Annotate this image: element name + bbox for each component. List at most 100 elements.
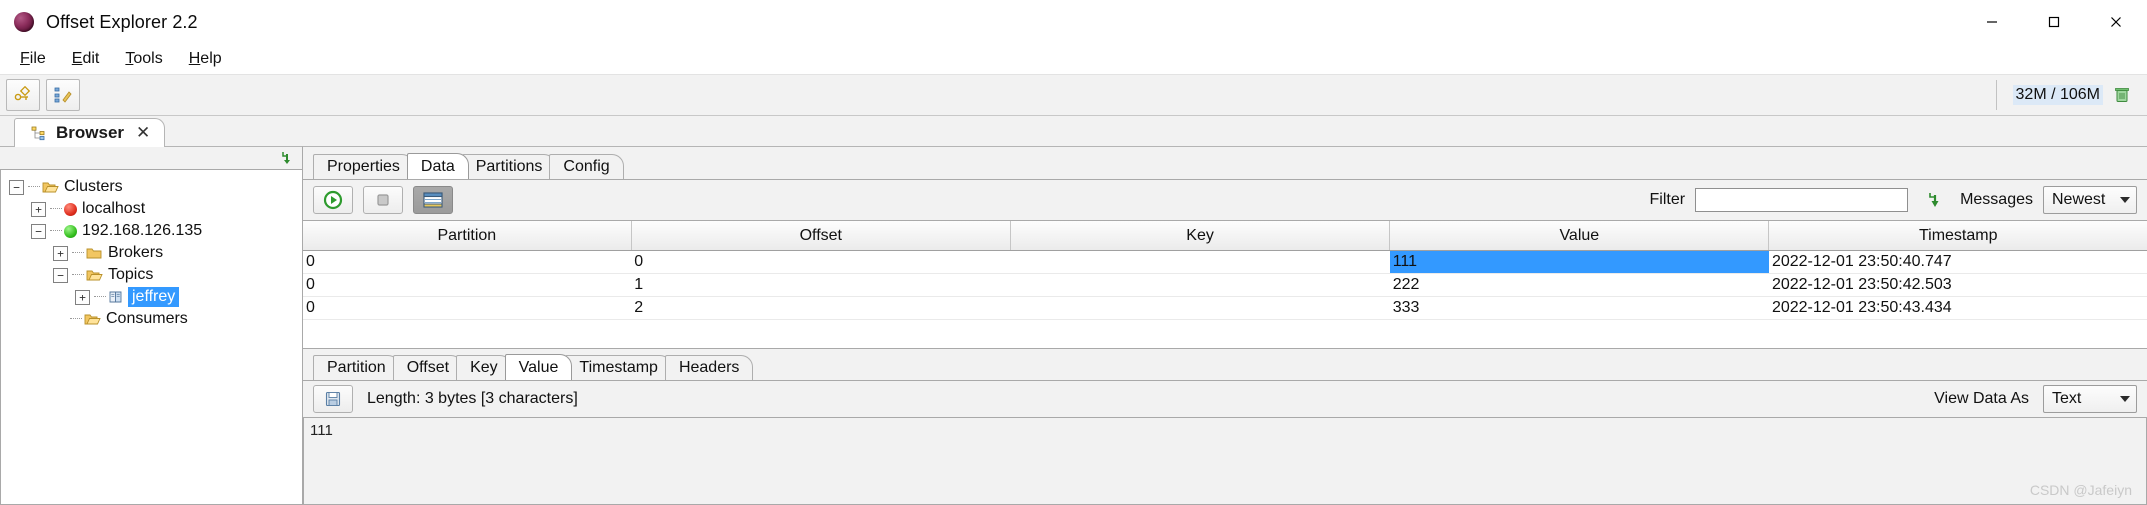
- detail-panel: Partition Offset Key Value Timestamp Hea…: [303, 349, 2147, 505]
- trash-icon[interactable]: [2113, 86, 2131, 104]
- topic-book-icon: [109, 291, 122, 303]
- column-header-partition[interactable]: Partition: [303, 221, 632, 251]
- tree-dash: [50, 230, 62, 232]
- chevron-down-icon: [2120, 396, 2130, 402]
- view-data-as-value: Text: [2052, 390, 2082, 407]
- tree-nodes-icon: [31, 126, 45, 140]
- detail-tab-offset[interactable]: Offset: [392, 355, 464, 380]
- messages-label: Messages: [1960, 191, 2033, 208]
- memory-indicator[interactable]: 32M / 106M: [1995, 80, 2141, 110]
- folder-open-icon: [86, 270, 103, 281]
- maximize-button[interactable]: [2023, 0, 2085, 44]
- stop-icon: [377, 194, 389, 206]
- column-header-key[interactable]: Key: [1010, 221, 1391, 251]
- tab-config[interactable]: Config: [549, 154, 624, 179]
- table-row[interactable]: 0 1 222 2022-12-01 23:50:42.503: [303, 273, 2147, 297]
- maximize-icon: [2048, 16, 2060, 28]
- tab-browser[interactable]: Browser ✕: [14, 118, 166, 147]
- menu-item-edit[interactable]: Edit: [60, 46, 112, 72]
- tab-partitions[interactable]: Partitions: [461, 154, 557, 179]
- detail-tab-headers[interactable]: Headers: [664, 355, 754, 380]
- edit-cluster-button[interactable]: [46, 79, 80, 111]
- play-icon: [323, 190, 343, 210]
- column-header-timestamp[interactable]: Timestamp: [1768, 221, 2147, 251]
- application-window: Offset Explorer 2.2 File Edit Tools Help: [0, 0, 2147, 505]
- tree-toggle-brokers[interactable]: +: [53, 245, 68, 261]
- tree-dash: [94, 296, 106, 298]
- main-toolbar: 32M / 106M: [0, 75, 2147, 116]
- value-content-area[interactable]: 111 CSDN @Jafeiyn: [303, 417, 2147, 505]
- minimize-icon: [1987, 21, 1997, 23]
- view-data-as-dropdown[interactable]: Text: [2043, 385, 2137, 413]
- cell-key: [1010, 296, 1390, 320]
- add-cluster-button[interactable]: [6, 79, 40, 111]
- tree-toggle-topic-jeffrey[interactable]: +: [75, 289, 90, 305]
- view-data-as-label: View Data As: [1934, 390, 2029, 407]
- messages-table-wrap[interactable]: Partition Offset Key Value Timestamp 0 0: [303, 220, 2147, 349]
- tab-properties[interactable]: Properties: [313, 154, 414, 179]
- collapse-all-icon[interactable]: [278, 150, 294, 166]
- table-view-button[interactable]: [413, 186, 453, 214]
- tree-toggle-topics[interactable]: −: [53, 267, 68, 283]
- folder-closed-icon: [86, 248, 102, 259]
- table-header-row: Partition Offset Key Value Timestamp: [303, 221, 2147, 251]
- refresh-down-icon[interactable]: [1924, 190, 1944, 210]
- detail-tab-partition[interactable]: Partition: [313, 355, 400, 380]
- tree-node-topics[interactable]: − Topics: [1, 264, 302, 286]
- tree-node-localhost[interactable]: + localhost: [1, 198, 302, 220]
- tree-toggle-clusters[interactable]: −: [9, 179, 24, 195]
- tree-label-topic-jeffrey: jeffrey: [128, 287, 180, 307]
- menu-item-tools[interactable]: Tools: [113, 46, 174, 72]
- detail-tab-partition-label: Partition: [327, 359, 386, 376]
- tree-toggle-cluster-ip[interactable]: −: [31, 223, 46, 239]
- close-button[interactable]: [2085, 0, 2147, 44]
- tree-edit-icon: [54, 87, 72, 103]
- cell-timestamp: 2022-12-01 23:50:43.434: [1768, 296, 2147, 320]
- tab-browser-close-icon[interactable]: ✕: [136, 123, 150, 143]
- window-controls: [1961, 0, 2147, 44]
- tree-dash: [72, 274, 84, 276]
- stop-button[interactable]: [363, 186, 403, 214]
- menu-item-file[interactable]: File: [8, 46, 58, 72]
- tree-node-topic-jeffrey[interactable]: + jeffrey: [1, 286, 302, 308]
- folder-open-icon: [42, 182, 59, 193]
- detail-tab-key[interactable]: Key: [456, 355, 512, 380]
- value-content-text: 111: [310, 422, 333, 439]
- messages-order-value: Newest: [2052, 191, 2106, 208]
- tab-partitions-label: Partitions: [475, 158, 543, 175]
- tree-panel: − Clusters + localhost − 192.168.126.135…: [0, 146, 302, 505]
- watermark: CSDN @Jafeiyn: [2029, 482, 2132, 498]
- tree-toggle-localhost[interactable]: +: [31, 201, 46, 217]
- messages-order-dropdown[interactable]: Newest: [2043, 186, 2137, 214]
- window-title: Offset Explorer 2.2: [46, 11, 198, 32]
- detail-tab-value-label: Value: [518, 358, 559, 376]
- menu-item-help[interactable]: Help: [177, 46, 234, 72]
- minimize-button[interactable]: [1961, 0, 2023, 44]
- detail-tab-value[interactable]: Value: [504, 354, 573, 380]
- column-header-value[interactable]: Value: [1389, 221, 1770, 251]
- cell-value: 333: [1389, 296, 1769, 320]
- cell-offset: 1: [631, 273, 1011, 297]
- detail-toolbar: Length: 3 bytes [3 characters] View Data…: [303, 381, 2147, 417]
- data-toolbar: Filter Messages Newest: [303, 180, 2147, 220]
- detail-tab-timestamp[interactable]: Timestamp: [565, 355, 672, 380]
- tree-node-consumers[interactable]: Consumers: [1, 308, 302, 330]
- table-head: Partition Offset Key Value Timestamp: [303, 221, 2147, 251]
- tree-node-brokers[interactable]: + Brokers: [1, 242, 302, 264]
- tree-node-cluster-ip[interactable]: − 192.168.126.135: [1, 220, 302, 242]
- table-row[interactable]: 0 0 111 2022-12-01 23:50:40.747: [303, 250, 2147, 274]
- column-header-offset[interactable]: Offset: [631, 221, 1011, 251]
- save-button[interactable]: [313, 385, 353, 413]
- cell-partition: 0: [303, 273, 632, 297]
- cluster-tree[interactable]: − Clusters + localhost − 192.168.126.135…: [0, 169, 302, 505]
- filter-input[interactable]: [1695, 188, 1909, 212]
- cluster-key-icon: [14, 86, 31, 101]
- table-row[interactable]: 0 2 333 2022-12-01 23:50:43.434: [303, 296, 2147, 320]
- tab-browser-label: Browser: [56, 123, 125, 142]
- tab-data[interactable]: Data: [406, 153, 469, 179]
- tree-toggle-consumers: [53, 313, 66, 326]
- tree-node-clusters[interactable]: − Clusters: [1, 176, 302, 198]
- play-button[interactable]: [313, 186, 353, 214]
- table-empty-cell: [303, 320, 2147, 349]
- tree-label-localhost: localhost: [82, 200, 146, 217]
